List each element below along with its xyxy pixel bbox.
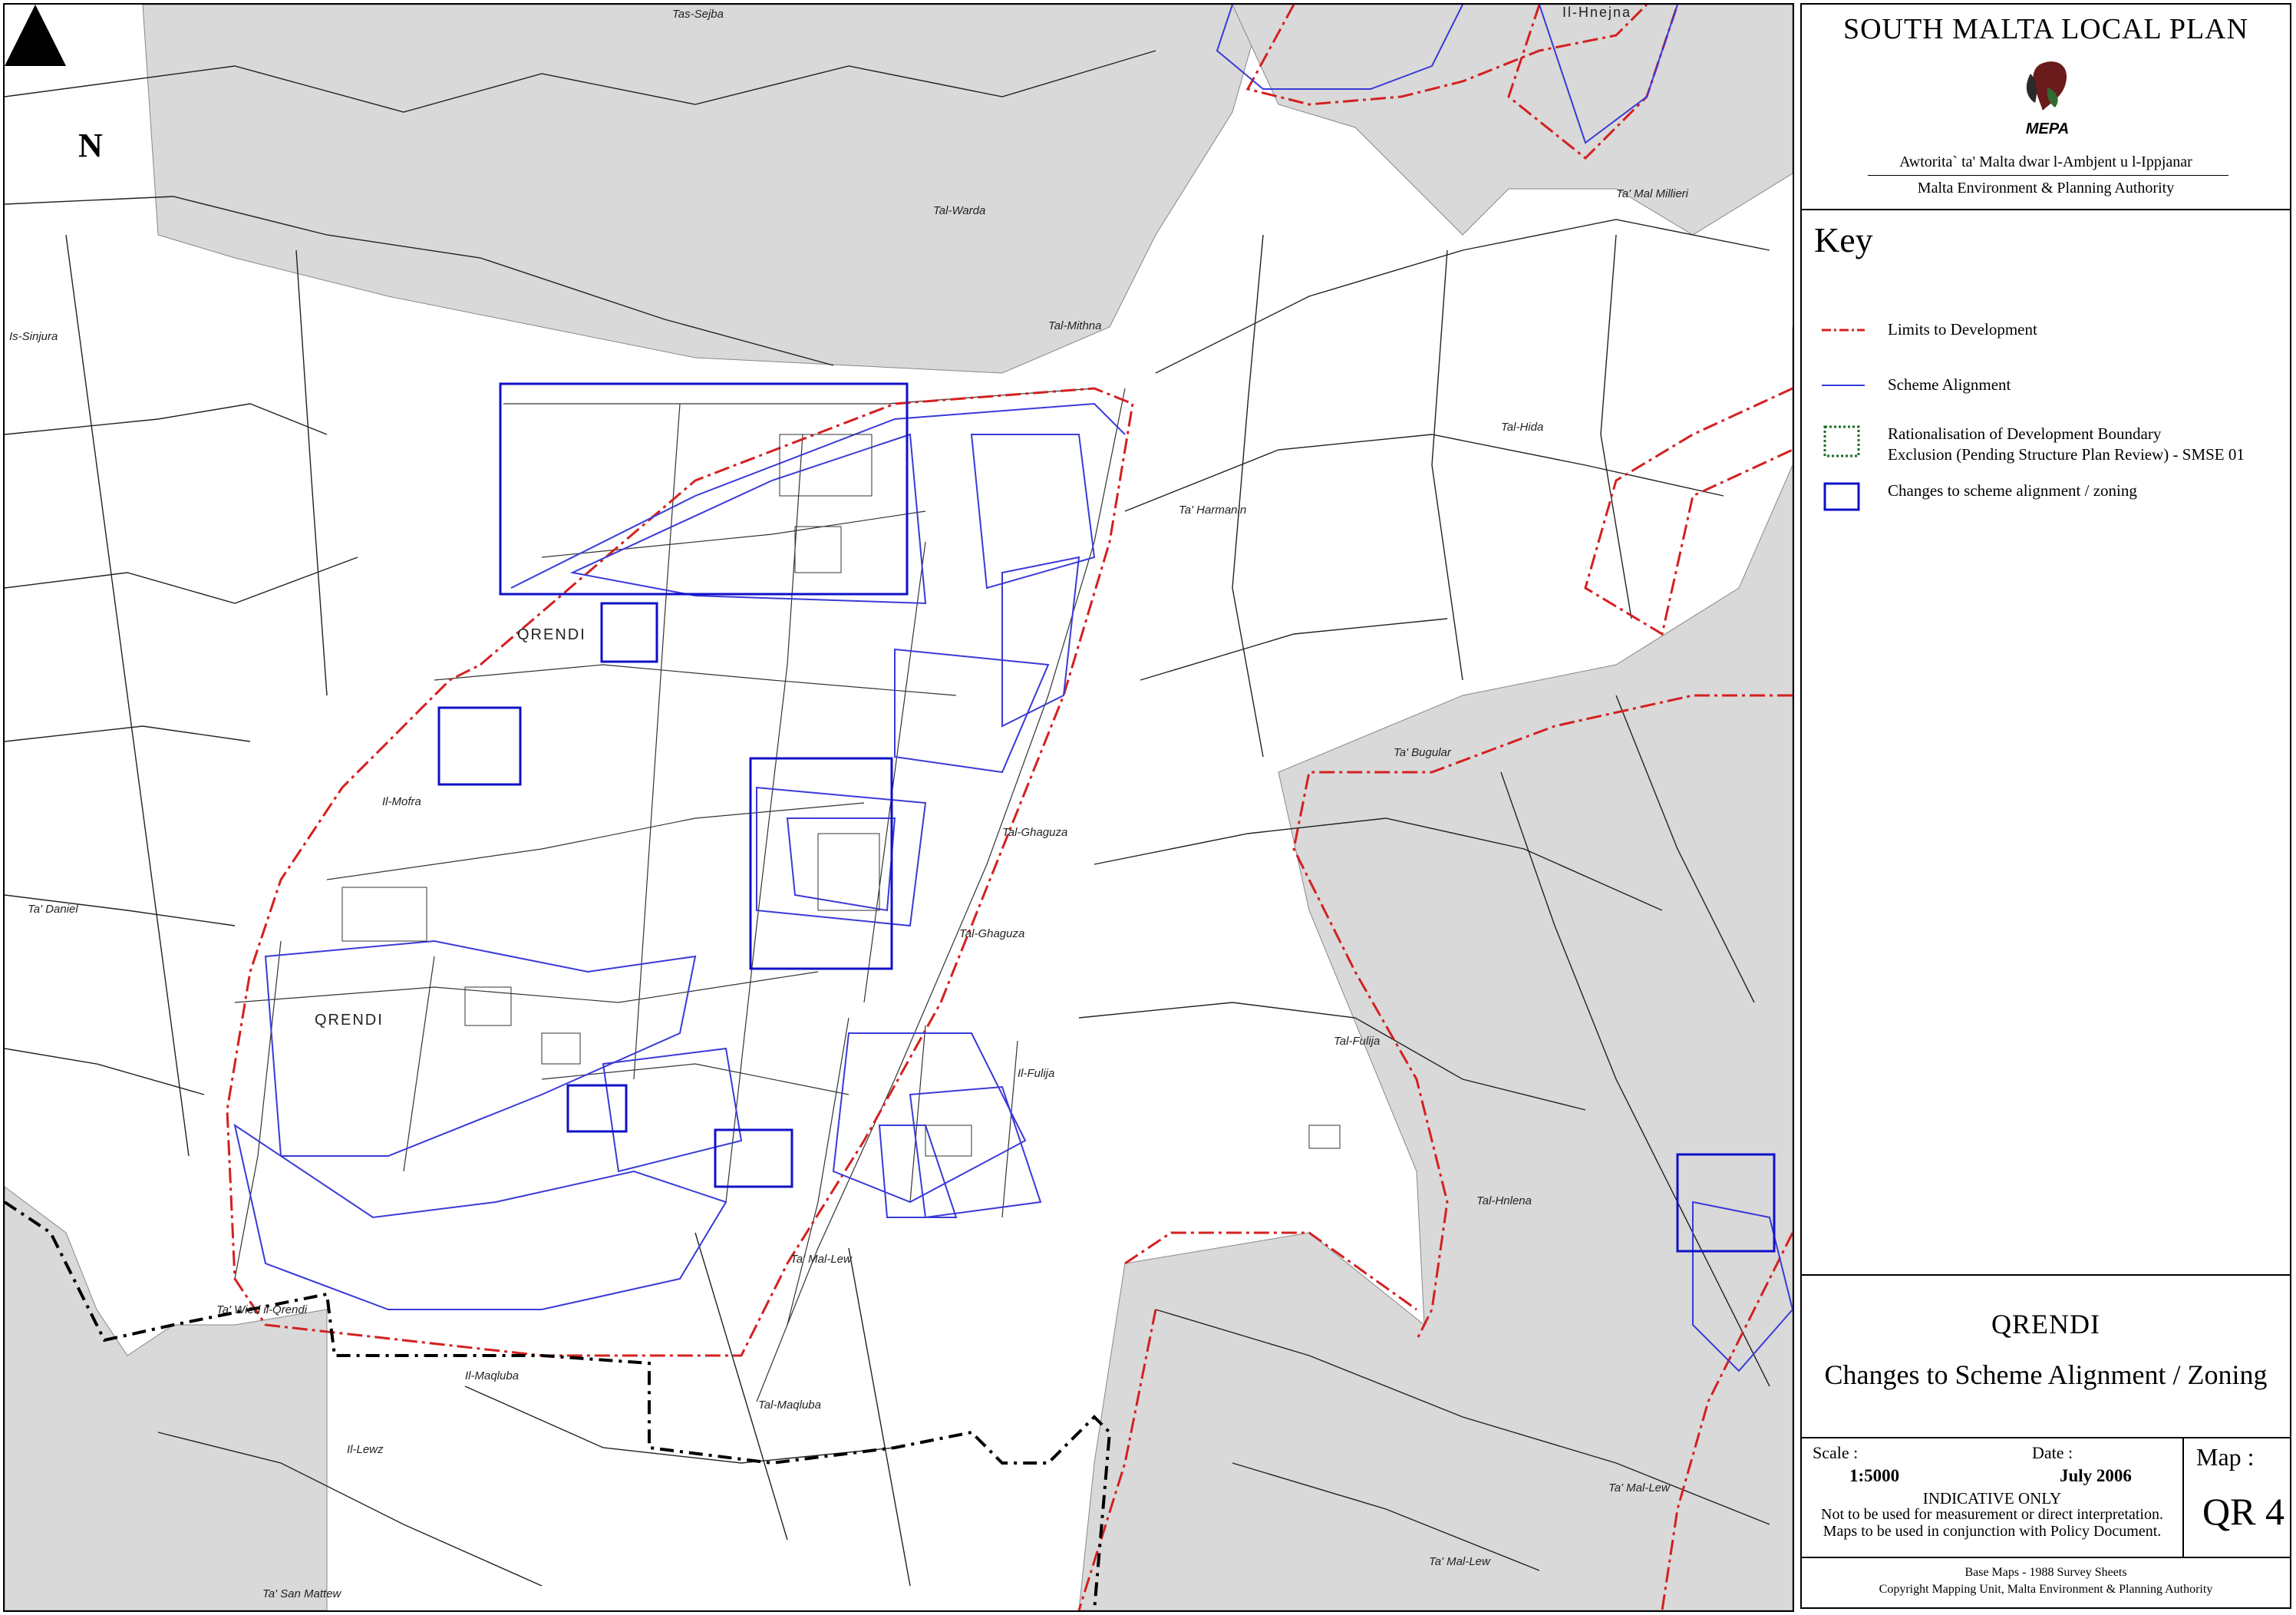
- key-label: Rationalisation of Development Boundary …: [1888, 424, 2245, 465]
- north-grey-area: [142, 5, 1264, 374]
- place-name: Is-Sinjura: [9, 330, 58, 343]
- place-name: Ta' Daniel: [28, 903, 78, 916]
- place-name: Il-Lewz: [347, 1443, 384, 1456]
- change-box-centre[interactable]: [749, 757, 893, 970]
- authority-english: Malta Environment & Planning Authority: [1917, 180, 2175, 197]
- change-box-south-west[interactable]: [566, 1084, 628, 1133]
- authority-maltese: Awtorita` ta' Malta dwar l-Ambjent u l-I…: [1899, 154, 2192, 170]
- credits-block: Base Maps - 1988 Survey Sheets Copyright…: [1802, 1558, 2290, 1610]
- place-name: QRENDI: [315, 1012, 384, 1029]
- map-drawing: [5, 5, 1793, 1610]
- change-box-south[interactable]: [714, 1128, 793, 1188]
- place-name: Tal-Hida: [1501, 421, 1544, 434]
- place-name: QRENDI: [517, 626, 586, 643]
- place-name: Tal-Mithna: [1048, 319, 1102, 332]
- place-name: Ta' Mal-Lew: [1429, 1555, 1490, 1568]
- scale-date-cell: Scale : 1:5000 Date : July 2006 INDICATI…: [1802, 1438, 2184, 1557]
- street-network: [234, 388, 1126, 1402]
- plan-title: SOUTH MALTA LOCAL PLAN: [1842, 13, 2249, 45]
- place-name: Il-Mofra: [382, 795, 421, 808]
- place-name: Il-Maqluba: [465, 1369, 520, 1382]
- key-label-line2: Exclusion (Pending Structure Plan Review…: [1888, 445, 2245, 464]
- place-name: Tal-Fulija: [1334, 1035, 1381, 1048]
- credits-line-1: Base Maps - 1988 Survey Sheets: [1964, 1566, 2127, 1579]
- place-name: Ta' Mal-Lew: [790, 1253, 852, 1266]
- date-label: Date :: [2032, 1443, 2073, 1462]
- blue-line-icon: [1822, 385, 1865, 386]
- key-label: Limits to Development: [1888, 320, 2037, 339]
- logo-text: MEPA: [2026, 121, 2069, 137]
- key-label: Scheme Alignment: [1888, 375, 2011, 394]
- change-box-centre-north[interactable]: [600, 602, 658, 663]
- key-label-line1: Rationalisation of Development Boundary: [1888, 424, 2162, 443]
- place-name: Tal-Maqluba: [758, 1399, 821, 1412]
- legend-panel: SOUTH MALTA LOCAL PLAN MEPA Awtorita` ta…: [1800, 3, 2291, 1609]
- place-name: Ta' Harmanin: [1179, 504, 1247, 517]
- map-number-label: Map :: [2196, 1443, 2255, 1471]
- details-block: Scale : 1:5000 Date : July 2006 INDICATI…: [1802, 1438, 2290, 1558]
- east-grey-area: [1078, 327, 1793, 1610]
- place-name: Il-Fulija: [1018, 1067, 1055, 1080]
- northeast-grey-area: [1232, 5, 1793, 236]
- north-arrow-icon: [5, 5, 66, 66]
- map-canvas[interactable]: N Tas-Sejba Il-Hnejna Is-Sinjura Tal-War…: [3, 3, 1794, 1612]
- place-name: Tal-Hnlena: [1476, 1194, 1532, 1207]
- mepa-logo-icon: MEPA: [2026, 61, 2069, 137]
- place-name: Tal-Warda: [933, 204, 986, 217]
- place-name: Tal-Ghaguza: [959, 927, 1025, 940]
- title-block: SOUTH MALTA LOCAL PLAN MEPA Awtorita` ta…: [1802, 5, 2290, 210]
- place-name: Ta' Mal Millieri: [1616, 187, 1688, 200]
- place-name: Tal-Ghaguza: [1002, 826, 1068, 839]
- place-name: Ta' Mal-Lew: [1608, 1481, 1670, 1494]
- disclaimer-line-2: Maps to be used in conjunction with Poli…: [1823, 1523, 2162, 1540]
- map-title-block: QRENDI Changes to Scheme Alignment / Zon…: [1802, 1276, 2290, 1438]
- red-dash-dot-line-icon: [1822, 329, 1865, 332]
- change-box-west[interactable]: [437, 706, 522, 786]
- credits-line-2: Copyright Mapping Unit, Malta Environmen…: [1879, 1583, 2213, 1596]
- map-subject: Changes to Scheme Alignment / Zoning: [1824, 1359, 2268, 1390]
- date-value: July 2006: [2060, 1466, 2132, 1485]
- place-name: Il-Hnejna: [1562, 5, 1632, 20]
- key-block: Key Limits to Development Scheme Alignme…: [1802, 210, 2290, 1276]
- key-heading: Key: [1814, 220, 1873, 259]
- place-name: Tas-Sejba: [672, 8, 724, 21]
- key-label: Changes to scheme alignment / zoning: [1888, 481, 2137, 500]
- outside-scheme-shading: [5, 5, 1793, 1610]
- divider: [1868, 175, 2228, 176]
- map-number: QR 4: [2202, 1490, 2284, 1533]
- scale-label: Scale :: [1813, 1443, 1859, 1462]
- green-dotted-box-icon: [1823, 425, 1860, 457]
- place-name: Ta' Bugular: [1394, 746, 1451, 759]
- blue-box-icon: [1823, 482, 1860, 511]
- place-name: Ta' San Mattew: [262, 1587, 341, 1600]
- disclaimer-line-1: Not to be used for measurement or direct…: [1821, 1506, 2163, 1523]
- place-name: Ta' Wied il-Qrendi: [216, 1303, 308, 1316]
- scale-value: 1:5000: [1849, 1466, 1900, 1485]
- southwest-grey-area: [5, 1186, 328, 1610]
- map-locality: QRENDI: [1991, 1309, 2100, 1339]
- north-label: N: [78, 127, 103, 164]
